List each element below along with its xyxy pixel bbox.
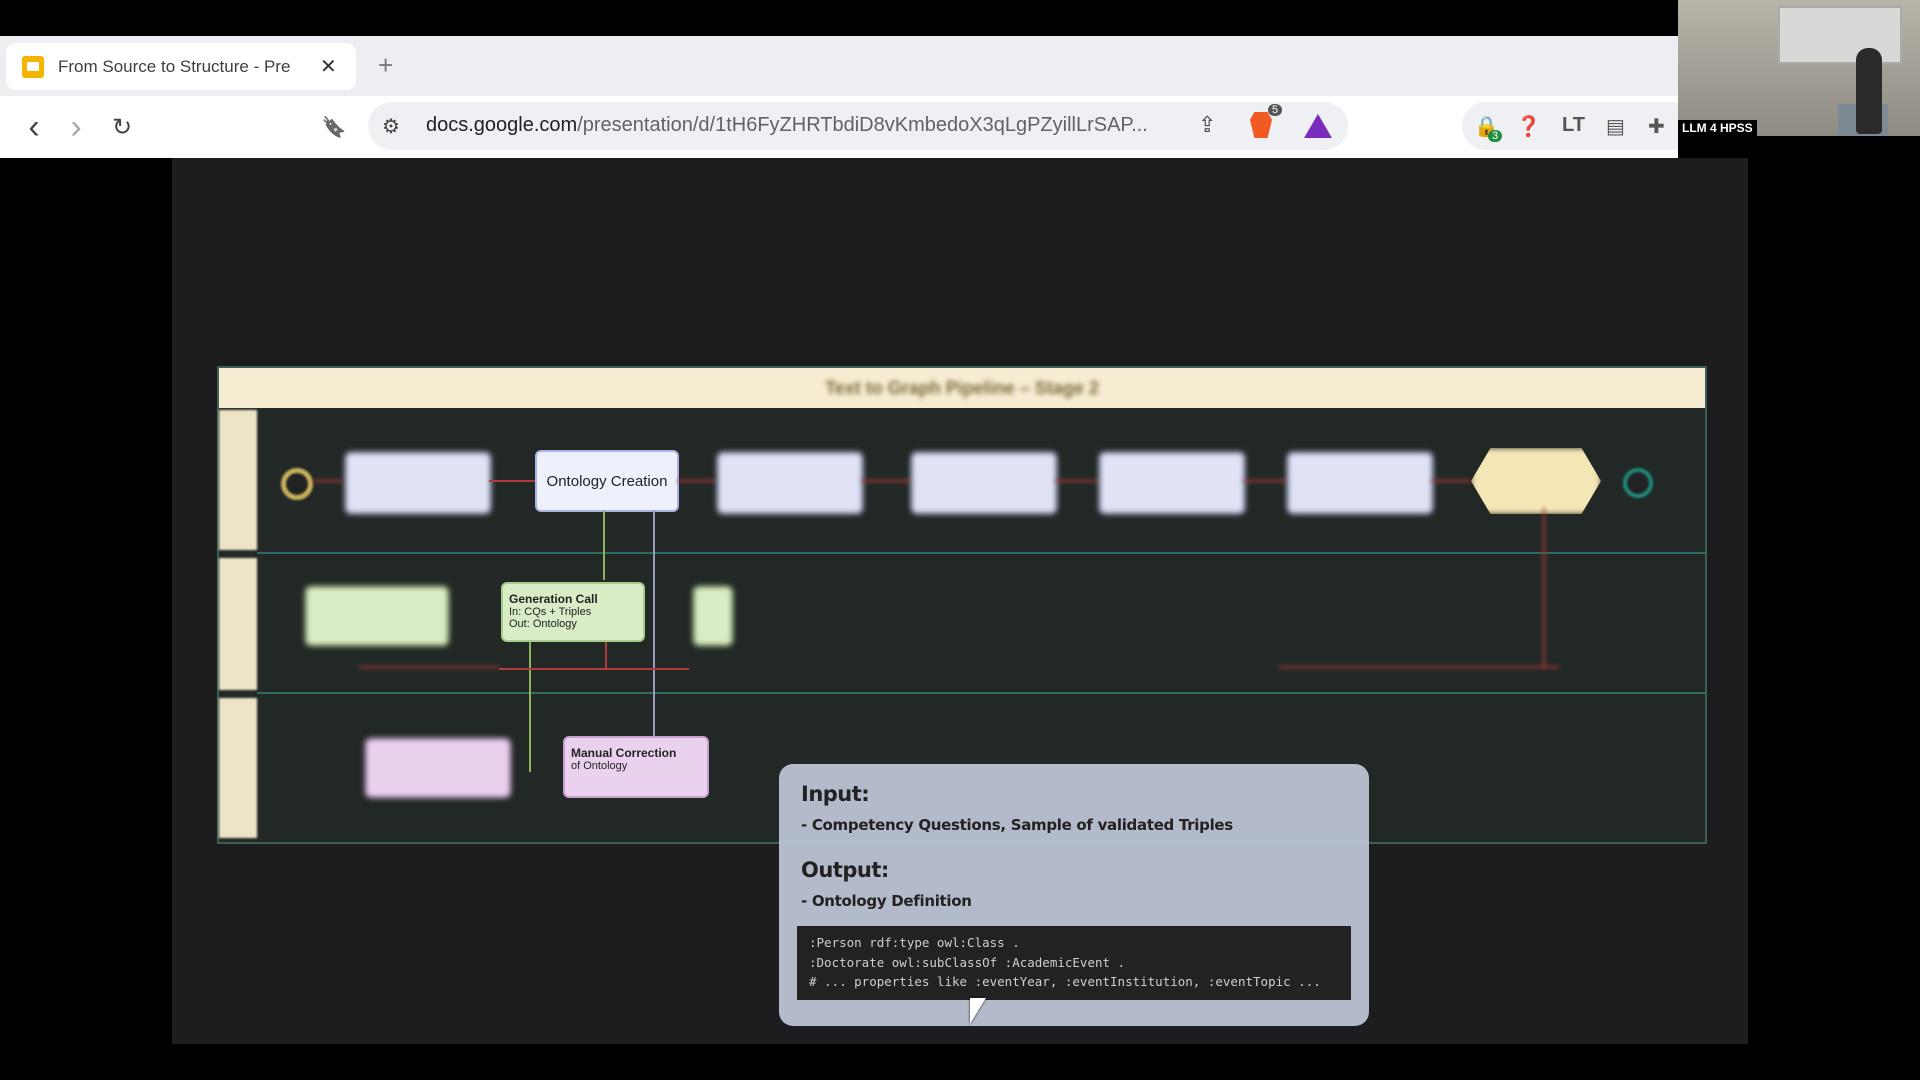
node-rdf-validation: [1287, 452, 1433, 514]
flow-arrow: [359, 666, 499, 668]
flow-arrow: [1431, 480, 1471, 482]
flow-arrow: [529, 642, 531, 772]
node-generation-call: Generation Call In: CQs + Triples Out: O…: [501, 582, 645, 642]
extensions-puzzle-icon[interactable]: ✚: [1648, 114, 1665, 139]
manual-correction-title: Manual Correction: [571, 746, 677, 760]
flow-arrow: [1055, 480, 1099, 482]
share-icon[interactable]: ⇪: [1198, 112, 1216, 138]
address-bar[interactable]: ⚙ docs.google.com/presentation/d/1tH6FyZ…: [368, 102, 1348, 150]
mouse-cursor-icon: [970, 998, 986, 1024]
extension-lt-icon[interactable]: LT: [1562, 114, 1585, 137]
url-text[interactable]: docs.google.com/presentation/d/1tH6FyZHR…: [426, 114, 1166, 137]
flow-arrow: [499, 668, 689, 670]
node-disambiguation: [1099, 452, 1245, 514]
end-node: [1623, 468, 1653, 498]
diagram-header: Text to Graph Pipeline – Stage 2: [219, 368, 1705, 408]
node-ontology-mapping: [911, 452, 1057, 514]
flow-arrow: [313, 480, 343, 482]
reload-icon[interactable]: ↻: [104, 109, 140, 145]
output-heading: Output:: [801, 858, 889, 882]
lane-label-2: [219, 558, 257, 690]
code-block: :Person rdf:type owl:Class . :Doctorate o…: [797, 926, 1351, 1000]
input-heading: Input:: [801, 782, 870, 806]
brave-shields-icon[interactable]: [1250, 112, 1272, 138]
url-path: /presentation/d/1tH6FyZHRTbdiD8vKmbedoX3…: [577, 114, 1148, 136]
lane-label-3: [219, 698, 257, 838]
video-speaker: [1856, 48, 1882, 134]
node-shacl-creation: [717, 452, 863, 514]
flow-arrow: [605, 642, 607, 670]
flow-arrow: [489, 480, 535, 482]
extension-help-icon[interactable]: ❓: [1516, 114, 1541, 139]
navigation-bar: ‹ › ↻ 🔖 ⚙ docs.google.com/presentation/d…: [0, 96, 1678, 158]
url-host: docs.google.com: [426, 114, 578, 136]
tab-title: From Source to Structure - Pre: [58, 56, 291, 76]
bookmark-icon[interactable]: 🔖: [316, 109, 352, 145]
generation-call-input: In: CQs + Triples: [509, 606, 592, 618]
close-icon[interactable]: ✕: [320, 54, 337, 79]
flow-arrow: [603, 510, 605, 580]
lane-divider: [257, 552, 1705, 554]
input-text: - Competency Questions, Sample of valida…: [801, 816, 1233, 834]
lane-label-1: [219, 410, 257, 550]
flow-arrow: [861, 480, 911, 482]
decision-node: [1471, 448, 1601, 514]
manual-correction-subtitle: of Ontology: [571, 760, 628, 772]
generation-call-output: Out: Ontology: [509, 618, 577, 630]
extensions-area: 🔒 3 ❓ LT ▤ ✚: [1462, 102, 1678, 150]
slide: Text to Graph Pipeline – Stage 2 Ontolog…: [172, 158, 1748, 1044]
flow-arrow: [653, 510, 655, 736]
brave-shields-count: 5: [1268, 104, 1283, 116]
info-popup: Input: - Competency Questions, Sample of…: [779, 764, 1369, 1026]
pipeline-diagram: Text to Graph Pipeline – Stage 2 Ontolog…: [217, 366, 1707, 1026]
node-ontology-creation: Ontology Creation: [535, 450, 679, 512]
node-generation-call-right: [693, 586, 733, 646]
flow-arrow: [677, 480, 715, 482]
brave-rewards-icon[interactable]: [1304, 114, 1332, 138]
extension-document-icon[interactable]: ▤: [1606, 114, 1625, 139]
new-tab-button[interactable]: +: [378, 50, 393, 81]
flow-arrow: [1543, 508, 1545, 668]
code-line: :Person rdf:type owl:Class .: [809, 935, 1020, 950]
node-manual-correction-left: [365, 738, 511, 798]
site-settings-icon[interactable]: ⚙: [382, 114, 400, 139]
flow-arrow: [1279, 666, 1559, 668]
video-projector-screen: [1778, 6, 1902, 64]
video-feed: LLM 4 HPSS: [1678, 0, 1920, 136]
extension-badge: 3: [1488, 130, 1503, 142]
back-icon[interactable]: ‹: [16, 108, 52, 146]
forward-icon[interactable]: ›: [58, 108, 94, 146]
tab-presentation[interactable]: From Source to Structure - Pre ✕: [6, 43, 356, 90]
code-line: # ... properties like :eventYear, :event…: [809, 974, 1321, 989]
slides-icon: [22, 55, 44, 78]
window-top-bar: [0, 0, 1920, 36]
lane-divider: [257, 692, 1705, 694]
node-manual-correction: Manual Correction of Ontology: [563, 736, 709, 798]
node-competency-questions: [345, 452, 491, 514]
tab-strip: From Source to Structure - Pre ✕ +: [0, 36, 1678, 96]
flow-arrow: [1243, 480, 1287, 482]
video-label: LLM 4 HPSS: [1678, 120, 1757, 136]
generation-call-title: Generation Call: [509, 592, 598, 606]
node-generation-call-left: [305, 586, 449, 646]
output-text: - Ontology Definition: [801, 892, 972, 910]
diagram-title: Text to Graph Pipeline – Stage 2: [825, 377, 1099, 398]
start-node: [281, 468, 313, 500]
presentation-stage: Text to Graph Pipeline – Stage 2 Ontolog…: [0, 158, 1920, 1080]
code-line: :Doctorate owl:subClassOf :AcademicEvent…: [809, 954, 1126, 970]
